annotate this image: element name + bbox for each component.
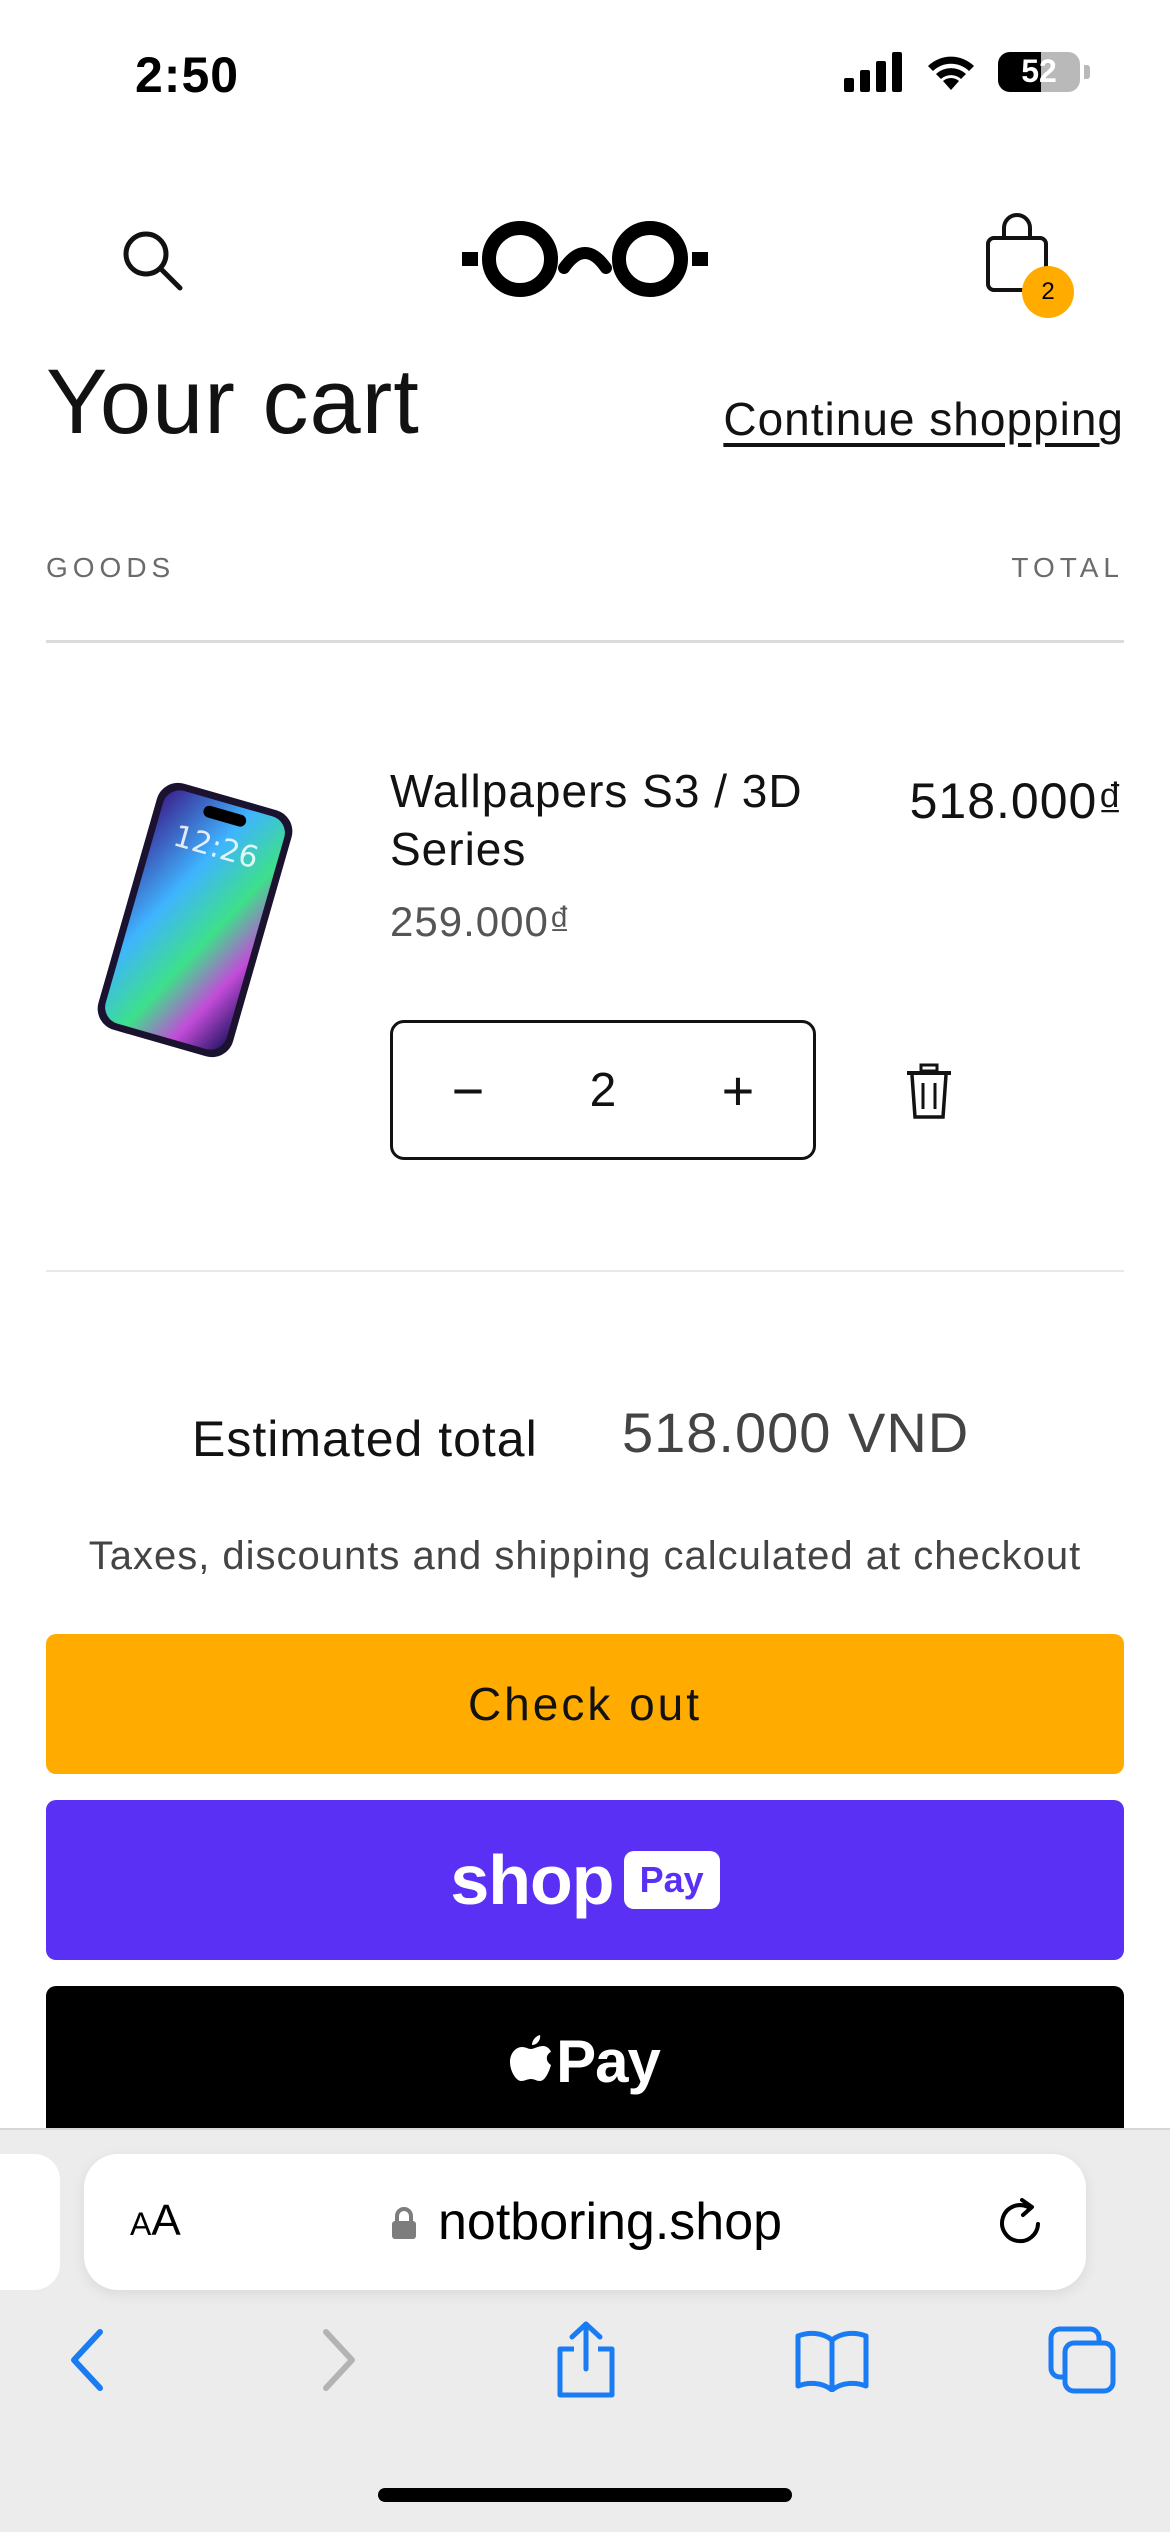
reload-icon[interactable]: [994, 2196, 1046, 2248]
divider: [46, 1270, 1124, 1272]
continue-shopping-link[interactable]: Continue shopping: [723, 392, 1124, 446]
column-header-total: TOTAL: [1011, 552, 1124, 583]
apple-logo-icon: [510, 2035, 552, 2081]
back-button[interactable]: [46, 2318, 130, 2402]
chevron-left-icon: [71, 2329, 103, 2391]
tabs-button[interactable]: [1040, 2318, 1124, 2402]
product-line-total: 518.000₫: [909, 773, 1124, 829]
search-icon[interactable]: [118, 226, 188, 296]
share-icon: [557, 2321, 615, 2398]
quantity-value[interactable]: 2: [590, 1063, 617, 1118]
decrease-quantity-button[interactable]: −: [433, 1055, 503, 1125]
estimated-total-label: Estimated total: [192, 1411, 538, 1467]
page-title: Your cart: [46, 351, 420, 453]
checkout-button[interactable]: Check out: [46, 1634, 1124, 1774]
battery-level: 52: [1021, 53, 1057, 89]
apple-pay-label: Pay: [556, 2027, 661, 2095]
browser-toolbar: AA notboring.shop: [0, 2128, 1170, 2532]
apple-pay-button[interactable]: Pay: [46, 1986, 1124, 2136]
aa-large: A: [151, 2196, 181, 2245]
cart-count-badge: 2: [1022, 266, 1074, 318]
chevron-right-icon: [323, 2329, 355, 2391]
shop-pay-wordmark: shop: [450, 1841, 614, 1919]
status-icons: 52: [844, 52, 1090, 92]
product-name[interactable]: Wallpapers S3 / 3D Series: [390, 762, 850, 878]
status-bar: 2:50 52: [0, 0, 1170, 150]
increase-quantity-button[interactable]: +: [703, 1055, 773, 1125]
store-header: 2: [0, 190, 1170, 330]
shop-pay-pill: Pay: [623, 1851, 720, 1909]
reader-options-button[interactable]: AA: [130, 2196, 181, 2246]
shop-pay-button[interactable]: shop Pay: [46, 1800, 1124, 1960]
column-header-goods: GOODS: [46, 552, 176, 583]
product-unit-price: 259.000₫: [390, 898, 572, 945]
home-indicator: [378, 2488, 792, 2502]
tax-note: Taxes, discounts and shipping calculated…: [88, 1534, 1082, 1578]
bookmarks-button[interactable]: [790, 2318, 874, 2402]
divider: [46, 640, 1124, 643]
cart-button[interactable]: 2: [984, 210, 1074, 318]
cellular-signal-icon: [844, 52, 902, 92]
product-image[interactable]: 12:26: [80, 780, 310, 1060]
book-icon: [795, 2330, 869, 2392]
url-text[interactable]: notboring.shop: [438, 2192, 782, 2252]
aa-small: A: [130, 2206, 152, 2242]
forward-button[interactable]: [296, 2318, 380, 2402]
status-time: 2:50: [135, 47, 240, 103]
wifi-icon: [928, 56, 974, 90]
battery-nub: [1084, 65, 1090, 79]
estimated-total-value: 518.000 VND: [622, 1401, 970, 1464]
share-button[interactable]: [544, 2318, 628, 2402]
battery-icon: 52: [998, 52, 1080, 92]
quantity-stepper: − 2 +: [390, 1020, 816, 1160]
store-logo[interactable]: [460, 216, 710, 302]
address-bar[interactable]: AA notboring.shop: [84, 2154, 1086, 2290]
tabs-icon: [1048, 2326, 1116, 2394]
lock-icon: [392, 2207, 416, 2239]
trash-icon[interactable]: [905, 1063, 953, 1119]
previous-tab-preview[interactable]: [0, 2154, 60, 2290]
